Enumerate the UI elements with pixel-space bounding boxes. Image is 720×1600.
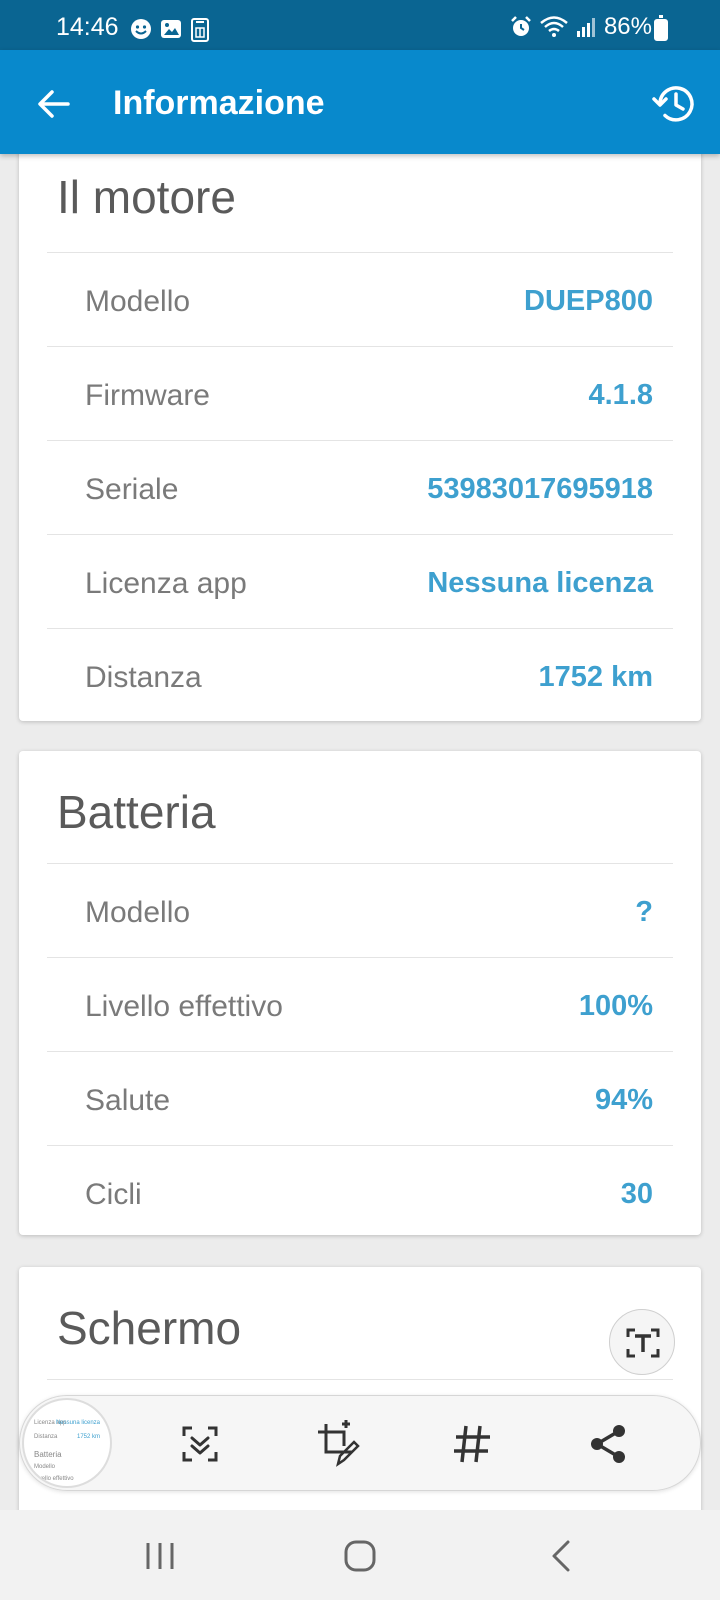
row-value: 94% [594, 1084, 653, 1116]
image-icon [161, 20, 181, 38]
row-label: Modello [85, 896, 191, 929]
row-label: Firmware [85, 379, 210, 412]
battery-card-title: Batteria [57, 786, 216, 838]
screenshot-thumbnail[interactable]: Licenza app Nessuna licenza Distanza 175… [22, 1398, 112, 1488]
row-value: 1752 km [538, 661, 654, 693]
scroll-capture-button[interactable] [176, 1420, 224, 1468]
screen-card-title: Schermo [57, 1302, 242, 1354]
battery-row-cycles: Cicli 30 [47, 1145, 673, 1239]
nav-back-button[interactable] [540, 1534, 584, 1578]
status-time: 14:46 [56, 13, 119, 41]
history-icon [652, 86, 694, 122]
scroll-capture-icon [182, 1426, 218, 1462]
battery-percent: 86% [603, 13, 652, 40]
app-bar [0, 50, 720, 154]
motor-row-model: Modello DUEP800 [47, 252, 673, 346]
row-value: 53983017695918 [427, 473, 653, 505]
row-label: Distanza [85, 661, 202, 694]
history-button[interactable] [652, 80, 700, 128]
thumb-text: Batteria [34, 1450, 62, 1459]
back-icon [552, 1540, 570, 1572]
back-button[interactable] [36, 86, 72, 122]
motor-row-firmware: Firmware 4.1.8 [47, 346, 673, 440]
row-label: Cicli [85, 1178, 142, 1211]
sim-icon [191, 18, 209, 42]
row-label: Licenza app [85, 567, 247, 600]
motor-card-title: Il motore [57, 171, 236, 223]
status-left-icons [130, 18, 210, 42]
text-extract-icon [626, 1328, 660, 1358]
text-extract-button[interactable] [609, 1309, 675, 1375]
motor-row-license: Licenza app Nessuna licenza [47, 534, 673, 628]
thumb-text: Distanza [34, 1434, 58, 1440]
content-scroll[interactable]: Il motore Modello DUEP800 Firmware 4.1.8… [0, 154, 720, 1510]
thumb-text: 1752 km [76, 1434, 100, 1440]
row-value: 4.1.8 [588, 379, 654, 411]
row-value: DUEP800 [524, 285, 653, 317]
crop-edit-button[interactable] [312, 1420, 360, 1468]
page-title: Informazione [113, 84, 325, 122]
navigation-bar [0, 1510, 720, 1600]
hashtag-icon [454, 1425, 490, 1463]
face-icon [131, 19, 151, 39]
crop-edit-icon [318, 1420, 360, 1467]
alarm-icon [511, 16, 531, 36]
row-value: 100% [578, 990, 653, 1022]
row-value: ? [635, 896, 653, 928]
recent-apps-button[interactable] [138, 1534, 182, 1578]
thumb-text: Livello effettivo [34, 1476, 74, 1482]
motor-row-serial: Seriale 53983017695918 [47, 440, 673, 534]
row-value: Nessuna licenza [427, 567, 653, 599]
thumb-text: Modello [34, 1464, 56, 1470]
signal-icon [576, 18, 595, 37]
share-icon [591, 1425, 625, 1463]
battery-row-model: Modello ? [47, 863, 673, 957]
wifi-icon [540, 16, 568, 37]
hashtag-button[interactable] [448, 1420, 496, 1468]
recent-apps-icon [146, 1543, 174, 1569]
share-button[interactable] [584, 1420, 632, 1468]
thumb-text: Nessuna licenza [55, 1420, 100, 1426]
row-value: 30 [620, 1178, 653, 1210]
arrow-back-icon [38, 90, 70, 118]
motor-card: Il motore Modello DUEP800 Firmware 4.1.8… [19, 154, 701, 721]
status-right: 86% [510, 13, 652, 41]
row-label: Modello [85, 285, 191, 318]
row-label: Livello effettivo [85, 990, 283, 1023]
home-icon [344, 1540, 376, 1572]
battery-icon [654, 15, 668, 41]
row-label: Salute [85, 1084, 171, 1117]
motor-row-distance: Distanza 1752 km [47, 628, 673, 722]
battery-card: Batteria Modello ? Livello effettivo 100… [19, 751, 701, 1235]
screenshot-toolbar: Licenza app Nessuna licenza Distanza 175… [19, 1395, 701, 1491]
home-button[interactable] [338, 1534, 382, 1578]
status-bar: 14:46 86% [0, 0, 720, 50]
battery-row-health: Salute 94% [47, 1051, 673, 1145]
row-label: Seriale [85, 473, 179, 506]
battery-row-level: Livello effettivo 100% [47, 957, 673, 1051]
